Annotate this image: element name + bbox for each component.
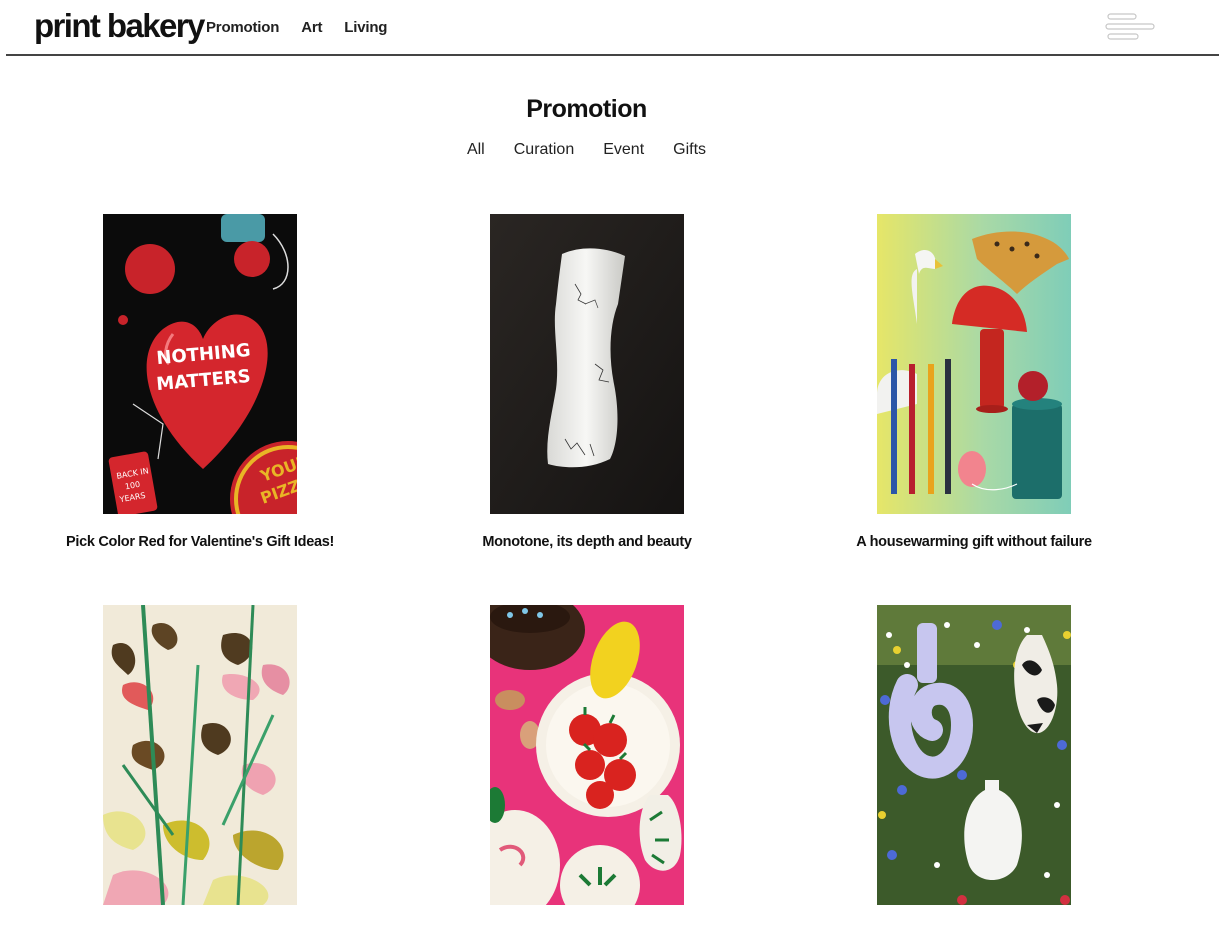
filter-tab-all[interactable]: All: [467, 140, 485, 160]
filter-tab-curation[interactable]: Curation: [514, 140, 574, 160]
card-caption[interactable]: Monotone, its depth and beauty: [393, 534, 781, 550]
header-divider: [6, 54, 1219, 56]
card-caption[interactable]: A housewarming gift without failure: [780, 534, 1168, 550]
swan-mushroom-lamp-objects-image[interactable]: [877, 214, 1071, 514]
nav-item-living[interactable]: Living: [344, 18, 387, 38]
filter-tabs: All Curation Event Gifts: [0, 140, 1173, 160]
site-logo[interactable]: print bakery: [34, 6, 205, 46]
promo-card[interactable]: Monotone, its depth and beauty: [393, 214, 781, 550]
white-ceramic-sculpture-image[interactable]: [490, 214, 684, 514]
filter-tab-gifts[interactable]: Gifts: [673, 140, 706, 160]
page-title: Promotion: [526, 95, 647, 123]
nav-item-art[interactable]: Art: [301, 18, 322, 38]
promo-card[interactable]: A housewarming gift without failure: [780, 214, 1168, 550]
tomato-plate-tableware-image[interactable]: [490, 605, 684, 905]
promo-card[interactable]: [6, 605, 394, 925]
promo-card[interactable]: [780, 605, 1168, 925]
vases-in-wildflower-meadow-image[interactable]: [877, 605, 1071, 905]
promo-card[interactable]: [393, 605, 781, 925]
floral-painting-image[interactable]: [103, 605, 297, 905]
card-caption[interactable]: Pick Color Red for Valentine's Gift Idea…: [6, 534, 394, 550]
nav-item-promotion[interactable]: Promotion: [206, 18, 279, 38]
filter-tab-event[interactable]: Event: [603, 140, 644, 160]
promo-card[interactable]: NOTHING MATTERS BACK IN 100 YEARS YOUR P…: [6, 214, 394, 550]
site-header: print bakery Promotion Art Living: [0, 0, 1219, 56]
main-nav: Promotion Art Living: [206, 18, 387, 38]
red-heart-poster-image[interactable]: NOTHING MATTERS BACK IN 100 YEARS YOUR P…: [103, 214, 297, 514]
hamburger-menu-icon[interactable]: [1104, 12, 1156, 42]
